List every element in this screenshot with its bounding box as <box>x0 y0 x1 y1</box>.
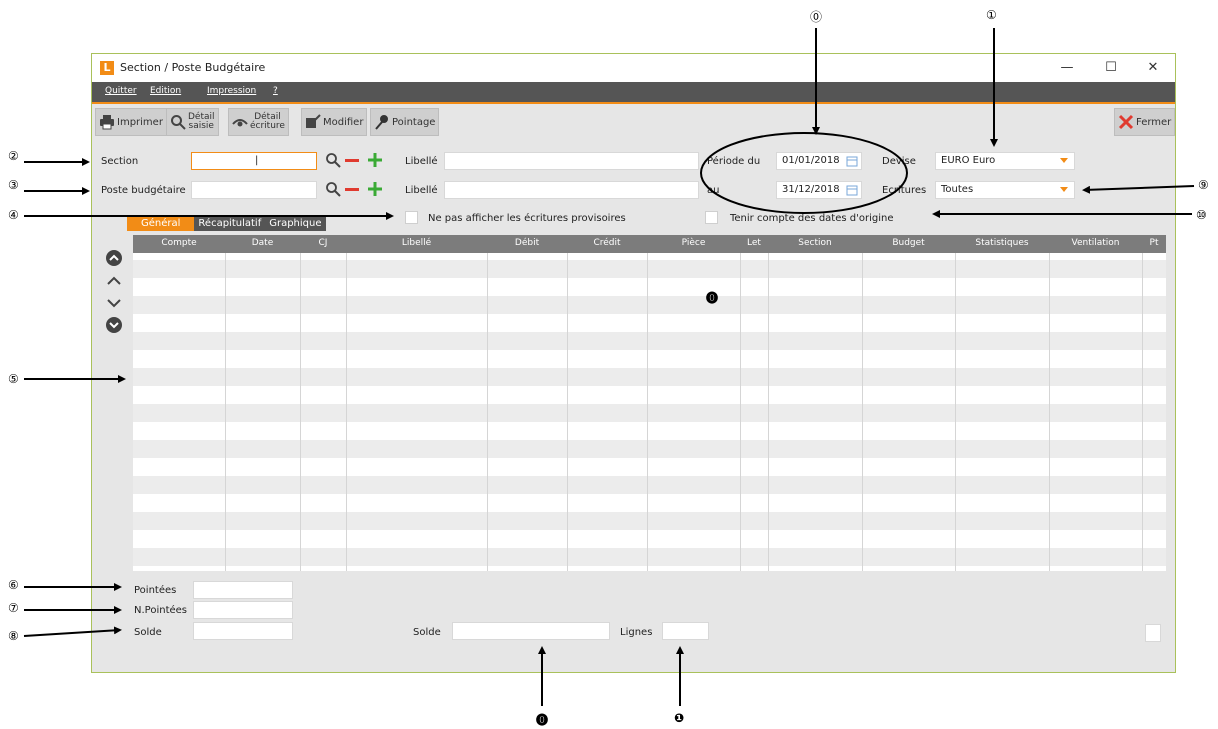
arrow-9 <box>1082 185 1195 194</box>
periode-highlight-ellipse <box>700 132 908 214</box>
arrow-8 <box>23 626 122 637</box>
annotation-arrows <box>23 28 1195 706</box>
